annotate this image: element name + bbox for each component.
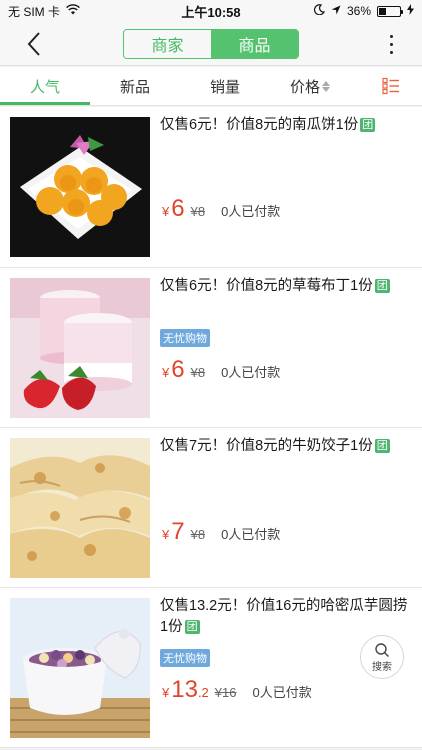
original-price: ¥8	[190, 365, 206, 380]
list-view-toggle-button[interactable]	[382, 77, 400, 95]
currency-symbol: ¥	[162, 204, 170, 219]
pumpkin-cakes-photo	[10, 117, 150, 257]
back-button[interactable]	[20, 30, 48, 58]
product-item[interactable]: 仅售6元！价值8元的南瓜饼1份团 ¥ 6 ¥8 0人已付款	[0, 107, 422, 268]
tab-price-label: 价格	[289, 79, 320, 96]
search-label: 搜索	[372, 661, 392, 673]
segmented-control: 商家 商品	[123, 29, 299, 59]
status-bar: 无 SIM 卡 上午10:58 36%	[0, 0, 422, 22]
tab-new[interactable]: 新品	[90, 67, 180, 106]
original-price: ¥8	[190, 204, 206, 219]
location-icon	[331, 4, 341, 18]
product-item[interactable]: 仅售13.2元！价值16元的哈密瓜芋圆捞1份团 无忧购物 ¥ 13 .2 ¥16…	[0, 588, 422, 748]
milk-dumplings-photo	[10, 438, 150, 578]
current-price: 13	[171, 676, 198, 703]
moon-icon	[313, 4, 325, 18]
group-buy-badge: 团	[374, 279, 390, 293]
sold-count: 0人已付款	[221, 204, 281, 219]
product-title: 仅售6元！价值8元的草莓布丁1份团	[160, 278, 390, 294]
group-buy-badge: 团	[184, 620, 200, 634]
sold-count: 0人已付款	[252, 685, 312, 700]
segment-products[interactable]: 商品	[211, 30, 298, 58]
more-options-button[interactable]	[386, 30, 396, 58]
currency-symbol: ¥	[162, 527, 170, 542]
price-decimal: .2	[197, 685, 209, 700]
product-title: 仅售6元！价值8元的南瓜饼1份团	[160, 117, 376, 133]
price-row: ¥ 6 ¥8 0人已付款	[162, 356, 280, 384]
currency-symbol: ¥	[162, 365, 170, 380]
active-tab-indicator	[0, 102, 90, 105]
product-item[interactable]: 仅售6元！价值8元的草莓布丁1份团 无忧购物 ¥ 6 ¥8 0人已付款	[0, 268, 422, 428]
price-row: ¥ 13 .2 ¥16 0人已付款	[162, 676, 312, 704]
current-price: 7	[171, 518, 185, 545]
sold-count: 0人已付款	[221, 365, 281, 380]
current-price: 6	[171, 195, 185, 222]
price-row: ¥ 7 ¥8 0人已付款	[162, 518, 280, 546]
taro-ball-dessert-photo	[10, 598, 150, 738]
floating-search-button[interactable]: 搜索	[360, 635, 404, 679]
segment-merchants[interactable]: 商家	[124, 30, 211, 58]
original-price: ¥16	[214, 685, 237, 700]
charging-icon	[407, 4, 414, 18]
product-title: 仅售13.2元！价值16元的哈密瓜芋圆捞1份团	[160, 598, 408, 635]
price-row: ¥ 6 ¥8 0人已付款	[162, 195, 280, 223]
product-item[interactable]: 仅售7元！价值8元的牛奶饺子1份团 ¥ 7 ¥8 0人已付款	[0, 428, 422, 588]
currency-symbol: ¥	[162, 685, 170, 700]
battery-percent: 36%	[346, 4, 371, 18]
wifi-icon	[66, 4, 80, 18]
worry-free-shopping-tag: 无忧购物	[160, 649, 210, 667]
current-price: 6	[171, 356, 185, 383]
navigation-bar: 商家 商品	[0, 22, 422, 66]
tab-sales[interactable]: 销量	[180, 67, 270, 106]
group-buy-badge: 团	[360, 118, 376, 132]
sold-count: 0人已付款	[221, 527, 281, 542]
more-vertical-icon	[389, 34, 393, 38]
product-list: 仅售6元！价值8元的南瓜饼1份团 ¥ 6 ¥8 0人已付款 仅售6元！价值8元的…	[0, 107, 422, 748]
original-price: ¥8	[190, 527, 206, 542]
carrier-label: 无 SIM 卡	[8, 4, 61, 19]
chevron-left-icon	[27, 32, 40, 56]
battery-icon	[377, 5, 403, 17]
group-buy-badge: 团	[374, 439, 390, 453]
strawberry-pudding-photo	[10, 278, 150, 418]
tab-price[interactable]: 价格	[270, 67, 350, 106]
list-view-icon	[382, 77, 399, 95]
product-title: 仅售7元！价值8元的牛奶饺子1份团	[160, 438, 390, 454]
tab-popularity[interactable]: 人气	[0, 67, 90, 106]
worry-free-shopping-tag: 无忧购物	[160, 329, 210, 347]
search-icon	[375, 642, 389, 657]
sort-arrows-icon	[322, 81, 330, 92]
sort-tabs: 人气 新品 销量 价格	[0, 67, 422, 106]
